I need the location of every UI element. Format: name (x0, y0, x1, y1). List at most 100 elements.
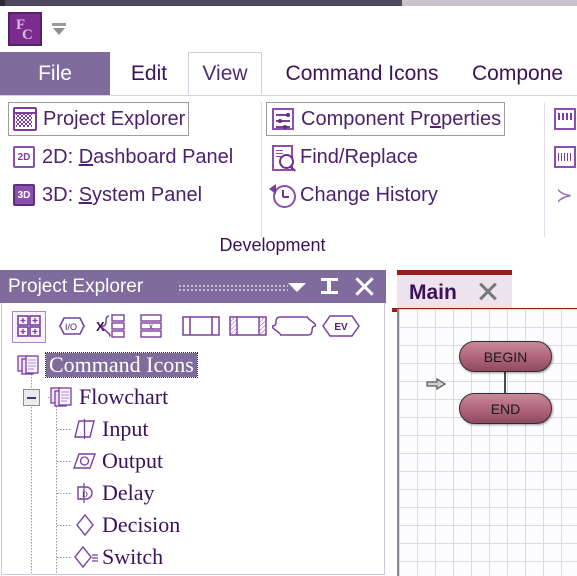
customize-quick-access-dropdown-icon[interactable] (50, 20, 68, 38)
ribbon-item-system-panel-label: 3D: System Panel (42, 184, 203, 206)
ribbon-content: Project Explorer 2D 2D: Dashboard Panel … (0, 95, 577, 266)
ribbon-item-component-properties[interactable]: Component Properties (266, 102, 506, 136)
multiplexer-button[interactable]: X (92, 311, 132, 343)
grid-panel-icon (12, 106, 38, 132)
ribbon-item-digital-scope[interactable] (549, 102, 577, 136)
table-x-icon: x (140, 314, 162, 338)
tree-guide-h-delay (57, 493, 71, 494)
tab-components[interactable]: Compone (462, 52, 577, 95)
pin-icon-base (321, 291, 338, 294)
tree-item-delay-label: Delay (102, 480, 155, 505)
tab-command-icons-label: Command Icons (285, 61, 439, 85)
fc-logo-icon[interactable]: F C (8, 12, 42, 46)
delay-icon: D (72, 480, 98, 506)
tree-item-decision[interactable]: Decision (2, 509, 180, 541)
flowchart-node-end[interactable]: END (459, 393, 552, 424)
tree-item-output[interactable]: Output (2, 445, 163, 477)
svg-text:I/O: I/O (65, 322, 77, 332)
tree-item-command-icons-label: Command Icons (45, 352, 198, 378)
editor-panel: Main BEGIN END (392, 265, 577, 576)
ribbon-item-find-replace[interactable]: Find/Replace (266, 140, 421, 174)
tree-item-input[interactable]: Input (2, 413, 148, 445)
ribbon-item-dashboard-panel-label: 2D: Dashboard Panel (42, 146, 234, 168)
tab-main-label: Main (409, 281, 457, 304)
grid-four-icon (17, 315, 41, 337)
fc-logo-glyphs: F C (10, 14, 40, 44)
editor-tab-bar: Main (392, 270, 577, 312)
ribbon-item-change-history-label: Change History (300, 184, 438, 206)
tab-command-icons[interactable]: Command Icons (262, 52, 462, 95)
input-parallelogram-icon (72, 416, 98, 442)
tab-main[interactable]: Main (397, 270, 512, 308)
io-icon-button[interactable]: I/O (54, 311, 88, 343)
chevron-down-icon (53, 28, 65, 35)
wave-button[interactable] (270, 311, 316, 343)
console-prompt-icon: ≻ (556, 185, 573, 207)
ribbon-item-analog-scope[interactable] (549, 140, 577, 174)
ev-button[interactable]: EV (318, 311, 360, 343)
tree-guide-h-decision (57, 525, 71, 526)
tree-item-switch[interactable]: Switch (2, 541, 163, 573)
close-button[interactable] (352, 274, 378, 300)
decision-diamond-icon (72, 512, 98, 538)
dropdown-bar (52, 23, 66, 26)
tree-item-command-icons[interactable]: Command Icons (2, 349, 198, 381)
project-explorer-toolbar: I/O X x EV (2, 307, 386, 347)
tab-view[interactable]: View (188, 52, 262, 95)
pin-button[interactable] (318, 274, 344, 300)
hatched-resistor-icon (229, 316, 267, 336)
output-parallelogram-icon (72, 448, 98, 474)
tab-components-label: Compone (472, 61, 564, 85)
ribbon-item-change-history[interactable]: Change History (266, 178, 441, 212)
multiplexer-icon: X (96, 314, 125, 338)
logo-letter-c: C (22, 27, 33, 43)
quick-access-toolbar: F C (0, 6, 577, 52)
ribbon-item-project-explorer[interactable]: Project Explorer (8, 102, 190, 136)
ribbon-item-console[interactable]: ≻ (549, 178, 577, 212)
digital-scope-icon (552, 106, 577, 132)
tab-edit[interactable]: Edit (110, 52, 188, 95)
wave-element-icon (272, 316, 316, 336)
all-icons-button[interactable] (12, 311, 46, 343)
tree-item-flowchart-label: Flowchart (79, 384, 169, 409)
stacked-pages-icon (49, 384, 75, 410)
ribbon-item-dashboard-panel[interactable]: 2D 2D: Dashboard Panel (8, 140, 236, 174)
minus-icon (27, 396, 36, 399)
tree-item-flowchart[interactable]: Flowchart (2, 381, 168, 413)
ribbon-item-project-explorer-label: Project Explorer (43, 108, 186, 130)
tree-guide-h-input (57, 429, 71, 430)
svg-text:x: x (149, 322, 153, 331)
drag-grip[interactable] (178, 284, 288, 293)
flowchart-node-begin[interactable]: BEGIN (459, 341, 552, 372)
tree-item-switch-label: Switch (102, 544, 164, 569)
ribbon-tab-strip: File Edit View Command Icons Compone (0, 52, 577, 95)
change-history-icon (269, 182, 296, 208)
ribbon-item-system-panel[interactable]: 3D 3D: System Panel (8, 178, 205, 212)
tab-file[interactable]: File (0, 52, 110, 95)
flowchart-node-begin-label: BEGIN (483, 348, 528, 365)
3d-icon: 3D (11, 182, 37, 208)
flowchart-canvas[interactable]: BEGIN END (397, 309, 577, 576)
tab-view-label: View (202, 61, 248, 85)
panel-menu-button[interactable] (284, 274, 310, 300)
application-window: F C File Edit View Command Icons Compone (0, 0, 577, 576)
connector-begin-end[interactable] (504, 370, 506, 393)
svg-text:D: D (82, 490, 88, 499)
properties-icon (270, 106, 296, 132)
analog-scope-icon (552, 144, 577, 170)
tree-guide-h-output (57, 461, 71, 462)
ribbon-item-find-replace-label: Find/Replace (300, 146, 418, 168)
tree-expander-flowchart[interactable] (23, 388, 40, 406)
capacitor-button[interactable] (224, 311, 268, 343)
2d-icon: 2D (11, 144, 37, 170)
resistor-button[interactable] (177, 311, 221, 343)
tree-item-decision-label: Decision (102, 512, 181, 537)
table-button[interactable]: x (135, 311, 169, 343)
resistor-icon (182, 316, 220, 336)
tree-item-delay[interactable]: D Delay (2, 477, 155, 509)
close-tab-icon[interactable] (477, 281, 499, 303)
flowchart-node-end-label: END (490, 400, 521, 417)
io-hexagon-icon: I/O (59, 317, 85, 335)
chevron-down-icon (288, 283, 306, 292)
project-explorer-header: Project Explorer (0, 270, 386, 303)
